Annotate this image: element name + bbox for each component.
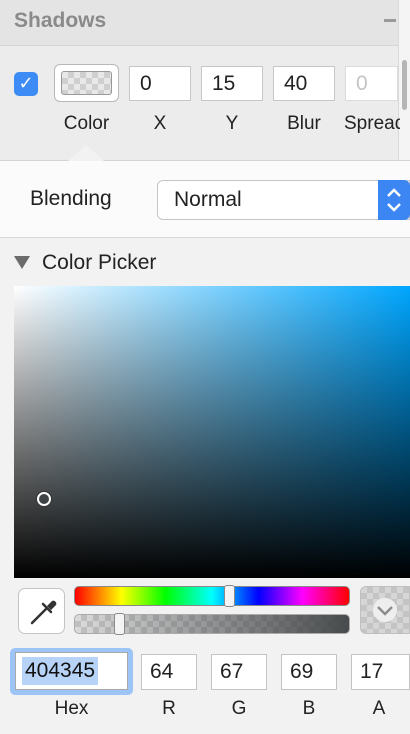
checkmark-icon: ✓: [18, 73, 34, 94]
green-label: G: [231, 698, 247, 719]
x-label: X: [153, 113, 167, 134]
hue-slider[interactable]: [74, 586, 350, 606]
disclosure-triangle-icon[interactable]: [14, 256, 30, 269]
hex-value[interactable]: 404345: [22, 657, 99, 685]
blending-label: Blending: [30, 187, 112, 210]
eyedropper-button[interactable]: [18, 588, 65, 634]
green-field[interactable]: 67: [211, 654, 267, 690]
alpha-label: A: [372, 698, 386, 719]
red-field[interactable]: 64: [141, 654, 197, 690]
color-picker-title: Color Picker: [42, 251, 157, 274]
hue-slider-knob[interactable]: [224, 585, 235, 607]
section-title: Shadows: [14, 9, 107, 32]
red-label: R: [162, 698, 176, 719]
minus-icon[interactable]: [384, 19, 396, 22]
shadow-spread-field[interactable]: 0: [345, 66, 398, 101]
scrollbar-thumb[interactable]: [402, 60, 407, 110]
shadow-enabled-checkbox[interactable]: ✓: [14, 72, 38, 96]
blue-field[interactable]: 69: [281, 654, 337, 690]
saturation-brightness-area[interactable]: [14, 286, 410, 578]
swatch-toggle-button[interactable]: [360, 586, 410, 634]
blue-label: B: [302, 698, 316, 719]
popover-arrow: [68, 145, 104, 161]
hex-label: Hex: [54, 698, 89, 719]
up-down-chevron-icon[interactable]: [378, 180, 410, 220]
blending-select[interactable]: Normal: [157, 180, 410, 220]
y-label: Y: [225, 113, 239, 134]
shadow-blur-field[interactable]: 40: [273, 66, 335, 101]
shadow-x-field[interactable]: 0: [129, 66, 191, 101]
transparency-checker: [61, 71, 112, 95]
color-label: Color: [63, 113, 110, 134]
eyedropper-icon: [30, 600, 57, 625]
alpha-field[interactable]: 17: [351, 654, 410, 690]
shadow-y-field[interactable]: 15: [201, 66, 263, 101]
shadow-color-well[interactable]: [54, 64, 119, 102]
spread-label: Spread: [344, 113, 400, 134]
alpha-slider-knob[interactable]: [114, 613, 125, 635]
chevron-down-icon: [373, 598, 397, 622]
blur-label: Blur: [287, 113, 321, 134]
color-selector-handle[interactable]: [37, 492, 51, 506]
